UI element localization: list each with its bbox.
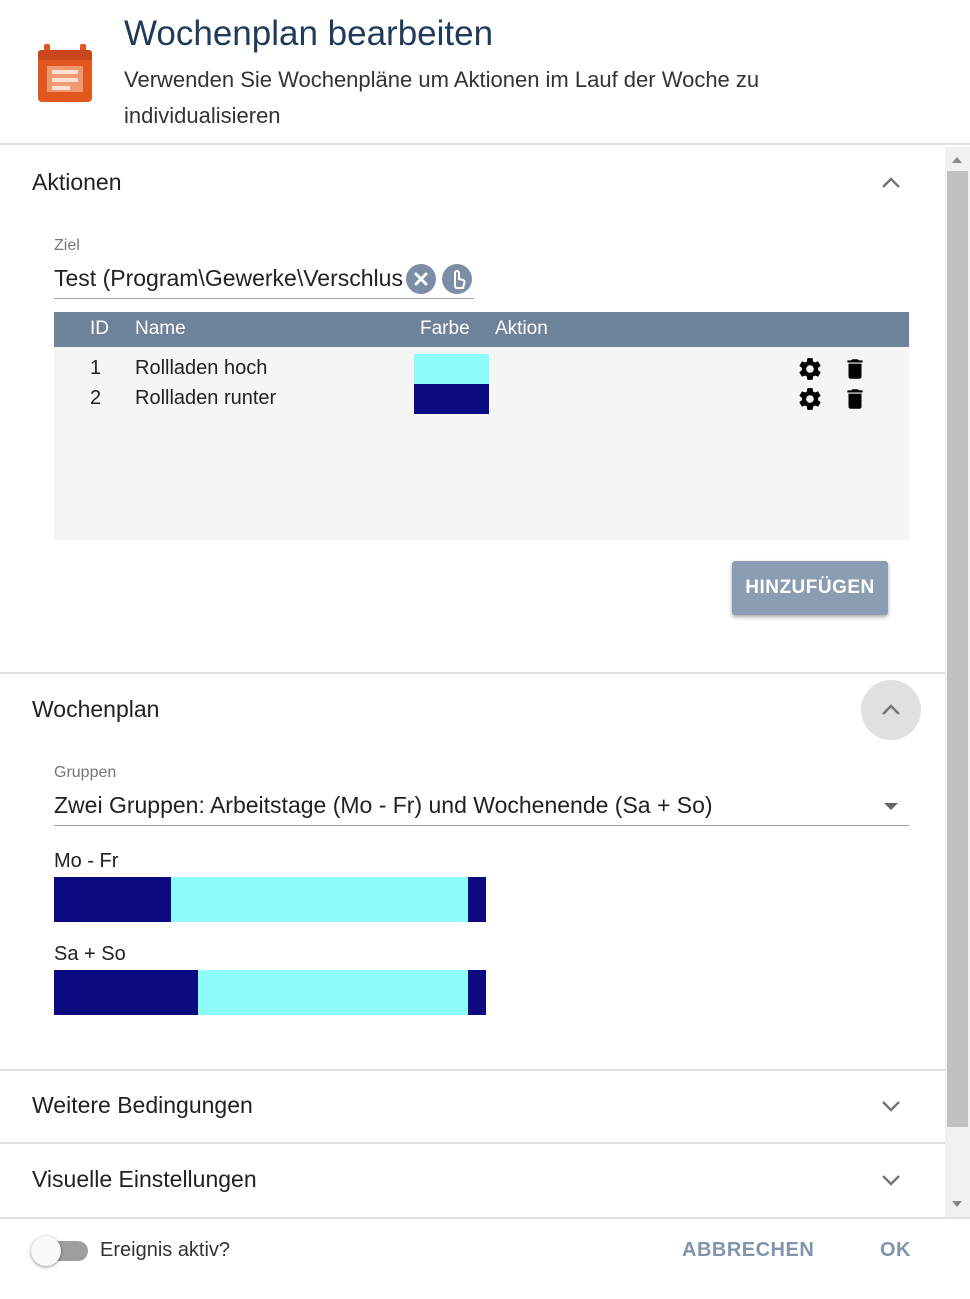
schedule-segment[interactable]	[54, 877, 171, 922]
groups-underline	[54, 825, 909, 826]
day-schedule-bar[interactable]	[54, 970, 486, 1015]
column-id: ID	[90, 318, 109, 339]
groups-label: Gruppen	[54, 764, 117, 781]
scroll-thumb[interactable]	[947, 171, 968, 1127]
scroll-up-icon[interactable]	[952, 157, 962, 163]
actions-table: ID Name Farbe Aktion 1 Rollladen hoch 2 …	[54, 312, 909, 540]
table-row: 1 Rollladen hoch	[54, 354, 909, 384]
chevron-up-icon	[882, 704, 900, 715]
active-toggle-label: Ereignis aktiv?	[100, 1239, 231, 1261]
actions-collapse-button[interactable]	[861, 153, 921, 213]
conditions-expand-button[interactable]	[861, 1076, 921, 1136]
dialog-header: Wochenplan bearbeiten Verwenden Sie Woch…	[0, 0, 970, 145]
dialog-title: Wochenplan bearbeiten	[124, 14, 494, 53]
ok-button[interactable]: OK	[880, 1239, 911, 1262]
visual-expand-button[interactable]	[861, 1150, 921, 1210]
conditions-section-title[interactable]: Weitere Bedingungen	[32, 1092, 253, 1119]
day-group-label: Sa + So	[54, 943, 126, 965]
section-divider	[0, 672, 945, 674]
active-toggle[interactable]	[31, 1236, 61, 1266]
close-icon	[414, 272, 428, 286]
row-id: 2	[90, 387, 102, 409]
schedule-segment[interactable]	[468, 970, 486, 1015]
add-action-button[interactable]: HINZUFÜGEN	[732, 561, 888, 615]
trash-icon[interactable]	[842, 356, 868, 382]
select-target-button[interactable]	[442, 264, 472, 294]
column-name: Name	[135, 318, 186, 339]
dialog-content[interactable]: Aktionen Ziel Test (Program\Gewerke\Vers…	[0, 147, 970, 1217]
dropdown-arrow-icon[interactable]	[884, 803, 898, 810]
column-action: Aktion	[495, 318, 548, 339]
visual-section-title[interactable]: Visuelle Einstellungen	[32, 1166, 257, 1193]
gear-icon[interactable]	[797, 386, 823, 412]
dialog-footer: Ereignis aktiv? ABBRECHEN OK	[0, 1217, 970, 1299]
schedule-collapse-button[interactable]	[861, 680, 921, 740]
row-color-swatch	[414, 384, 489, 414]
schedule-segment[interactable]	[54, 970, 198, 1015]
target-input[interactable]: Test (Program\Gewerke\Verschluss)	[54, 265, 404, 292]
clear-target-button[interactable]	[406, 264, 436, 294]
trash-icon[interactable]	[842, 386, 868, 412]
day-schedule-bar[interactable]	[54, 877, 486, 922]
cancel-button[interactable]: ABBRECHEN	[682, 1239, 814, 1262]
actions-section-title[interactable]: Aktionen	[32, 169, 122, 196]
schedule-segment[interactable]	[171, 877, 468, 922]
gear-icon[interactable]	[797, 356, 823, 382]
table-header: ID Name Farbe Aktion	[54, 312, 909, 347]
schedule-segment[interactable]	[198, 970, 468, 1015]
column-color: Farbe	[420, 318, 470, 339]
schedule-section-title[interactable]: Wochenplan	[32, 696, 159, 723]
target-label: Ziel	[54, 237, 80, 254]
touch-icon	[454, 270, 466, 289]
groups-select[interactable]: Zwei Gruppen: Arbeitstage (Mo - Fr) und …	[54, 792, 874, 819]
scrollbar[interactable]	[945, 147, 970, 1217]
schedule-segment[interactable]	[468, 877, 486, 922]
row-color-swatch	[414, 354, 489, 384]
row-name: Rollladen runter	[135, 387, 277, 409]
section-divider	[0, 1069, 945, 1071]
section-divider	[0, 1142, 945, 1144]
table-row: 2 Rollladen runter	[54, 384, 909, 414]
day-group-label: Mo - Fr	[54, 850, 119, 872]
chevron-down-icon	[882, 1101, 900, 1112]
chevron-up-icon	[882, 177, 900, 188]
row-name: Rollladen hoch	[135, 357, 268, 379]
dialog-subtitle: Verwenden Sie Wochenpläne um Aktionen im…	[124, 67, 760, 128]
row-id: 1	[90, 357, 102, 379]
scroll-down-icon[interactable]	[952, 1201, 962, 1207]
calendar-icon	[38, 44, 92, 102]
chevron-down-icon	[882, 1175, 900, 1186]
target-underline	[54, 298, 474, 299]
